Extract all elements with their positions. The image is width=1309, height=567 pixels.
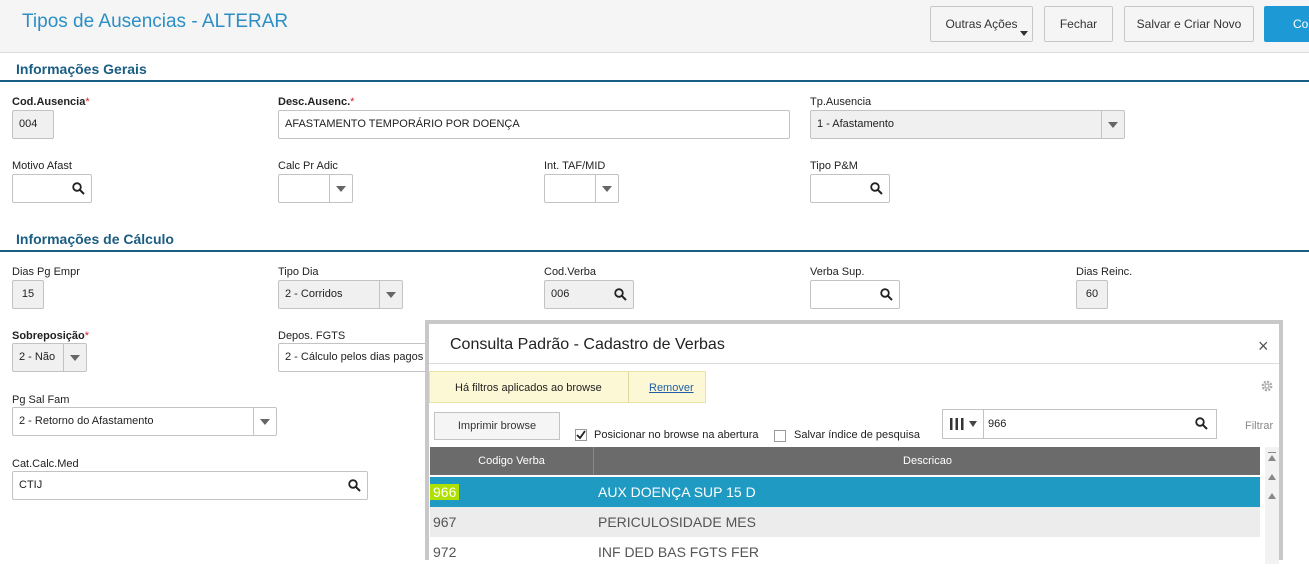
search-icon[interactable] xyxy=(1186,410,1216,437)
grid-header: Codigo Verba Descricao xyxy=(430,447,1260,475)
depos-fgts-select[interactable]: 2 - Cálculo pelos dias pagos xyxy=(278,343,438,372)
cat-calc-med-value: CTIJ xyxy=(19,479,43,491)
filter-divider xyxy=(628,372,629,402)
scroll-top-icon[interactable] xyxy=(1268,452,1276,453)
dias-pg-empr-field[interactable]: 15 xyxy=(12,280,44,309)
search-icon[interactable] xyxy=(863,175,889,202)
posicionar-checkbox-label: Posicionar no browse na abertura xyxy=(594,429,759,441)
salvar-indice-checkbox-label: Salvar índice de pesquisa xyxy=(794,429,920,441)
search-icon[interactable] xyxy=(65,175,91,202)
confirmar-button[interactable]: Confi xyxy=(1264,6,1309,42)
close-icon[interactable]: × xyxy=(1258,336,1269,357)
sobreposicao-label: Sobreposição* xyxy=(12,330,90,342)
dias-pg-empr-label: Dias Pg Empr xyxy=(12,266,80,278)
tp-ausencia-select[interactable]: 1 - Afastamento xyxy=(810,110,1125,139)
imprimir-browse-button[interactable]: Imprimir browse xyxy=(434,412,560,440)
desc-ausenc-field[interactable]: AFASTAMENTO TEMPORÁRIO POR DOENÇA xyxy=(278,110,790,139)
tp-ausencia-label: Tp.Ausencia xyxy=(810,96,872,108)
tipo-dia-value: 2 - Corridos xyxy=(285,288,343,300)
chevron-down-icon xyxy=(63,344,86,371)
chevron-down-icon xyxy=(969,421,977,427)
scroll-up-icon[interactable] xyxy=(1268,474,1276,480)
chevron-down-icon xyxy=(1020,31,1028,36)
search-icon[interactable] xyxy=(873,281,899,308)
fechar-button[interactable]: Fechar xyxy=(1044,6,1113,42)
tp-ausencia-value: 1 - Afastamento xyxy=(817,118,895,130)
table-row[interactable]: 972 INF DED BAS FGTS FER xyxy=(430,537,1260,567)
cell-descricao: PERICULOSIDADE MES xyxy=(598,514,756,530)
page-title: Tipos de Ausencias - ALTERAR xyxy=(22,11,289,32)
pg-sal-fam-value: 2 - Retorno do Afastamento xyxy=(19,415,154,427)
search-match-highlight: 966 xyxy=(430,484,460,500)
dias-reinc-field[interactable]: 60 xyxy=(1076,280,1108,309)
outras-acoes-button[interactable]: Outras Ações xyxy=(930,6,1033,42)
calc-pr-adic-select[interactable] xyxy=(278,174,353,203)
chevron-down-icon xyxy=(1101,111,1124,138)
cell-descricao: INF DED BAS FGTS FER xyxy=(598,544,760,560)
verba-sup-field[interactable] xyxy=(810,280,900,309)
tipo-pm-field[interactable] xyxy=(810,174,890,203)
column-select[interactable] xyxy=(943,410,984,438)
dialog-title: Consulta Padrão - Cadastro de Verbas xyxy=(450,336,725,353)
cell-codigo: 972 xyxy=(433,544,457,560)
int-taf-mid-label: Int. TAF/MID xyxy=(544,160,606,172)
check-icon xyxy=(576,430,586,440)
dias-reinc-label: Dias Reinc. xyxy=(1076,266,1133,278)
filter-notice-text: Há filtros aplicados ao browse xyxy=(455,382,602,394)
tipo-dia-select[interactable]: 2 - Corridos xyxy=(278,280,403,309)
cell-codigo: 967 xyxy=(433,514,457,530)
cell-descricao: AUX DOENÇA SUP 15 D xyxy=(598,484,756,500)
search-icon[interactable] xyxy=(607,281,633,308)
filtrar-link[interactable]: Filtrar xyxy=(1245,420,1273,432)
depos-fgts-label: Depos. FGTS xyxy=(278,330,346,342)
search-value: 966 xyxy=(988,418,1007,430)
posicionar-checkbox[interactable] xyxy=(575,429,587,441)
filter-notice-bar: Há filtros aplicados ao browse Remover xyxy=(429,371,706,403)
section-informacoes-calculo: Informações de Cálculo xyxy=(0,230,1309,252)
int-taf-mid-select[interactable] xyxy=(544,174,619,203)
tipo-dia-label: Tipo Dia xyxy=(278,266,319,278)
gear-icon[interactable] xyxy=(1260,379,1274,398)
cod-ausencia-label: Cod.Ausencia* xyxy=(12,96,90,108)
page-up-icon[interactable] xyxy=(1268,493,1276,499)
browse-search-input[interactable]: 966 xyxy=(942,409,1217,439)
cod-verba-field[interactable]: 006 xyxy=(544,280,634,309)
vertical-scrollbar[interactable] xyxy=(1265,447,1279,564)
outras-acoes-label: Outras Ações xyxy=(945,17,1018,31)
desc-ausenc-label: Desc.Ausenc.* xyxy=(278,96,355,108)
chevron-down-icon xyxy=(595,175,618,202)
cat-calc-med-label: Cat.Calc.Med xyxy=(12,458,79,470)
cell-codigo: 966 xyxy=(430,484,460,500)
remove-filter-link[interactable]: Remover xyxy=(649,382,694,394)
table-row[interactable]: 967 PERICULOSIDADE MES xyxy=(430,507,1260,537)
pg-sal-fam-select[interactable]: 2 - Retorno do Afastamento xyxy=(12,407,277,436)
salvar-indice-checkbox[interactable] xyxy=(774,430,786,442)
table-row[interactable]: 966 AUX DOENÇA SUP 15 D xyxy=(430,477,1260,507)
dialog-divider xyxy=(429,363,1279,364)
search-icon[interactable] xyxy=(341,472,367,499)
column-header-descricao[interactable]: Descricao xyxy=(595,447,1260,475)
page-header: Tipos de Ausencias - ALTERAR Outras Açõe… xyxy=(0,0,1309,53)
scroll-top-arrow xyxy=(1268,455,1276,461)
sobreposicao-value: 2 - Não xyxy=(19,351,56,363)
tipo-pm-label: Tipo P&M xyxy=(810,160,858,172)
motivo-afast-field[interactable] xyxy=(12,174,92,203)
cod-verba-label: Cod.Verba xyxy=(544,266,596,278)
sobreposicao-select[interactable]: 2 - Não xyxy=(12,343,87,372)
calc-pr-adic-label: Calc Pr Adic xyxy=(278,160,338,172)
chevron-down-icon xyxy=(379,281,402,308)
cod-ausencia-field[interactable]: 004 xyxy=(12,110,54,139)
cat-calc-med-field[interactable]: CTIJ xyxy=(12,471,368,500)
columns-icon xyxy=(950,418,964,430)
pg-sal-fam-label: Pg Sal Fam xyxy=(12,394,70,406)
chevron-down-icon xyxy=(329,175,352,202)
cod-verba-value: 006 xyxy=(551,288,570,300)
column-header-codigo[interactable]: Codigo Verba xyxy=(430,447,594,475)
section-informacoes-gerais: Informações Gerais xyxy=(0,60,1309,82)
salvar-criar-novo-button[interactable]: Salvar e Criar Novo xyxy=(1124,6,1254,42)
chevron-down-icon xyxy=(253,408,276,435)
motivo-afast-label: Motivo Afast xyxy=(12,160,72,172)
verba-sup-label: Verba Sup. xyxy=(810,266,865,278)
consulta-padrao-dialog: Consulta Padrão - Cadastro de Verbas × H… xyxy=(425,320,1283,564)
